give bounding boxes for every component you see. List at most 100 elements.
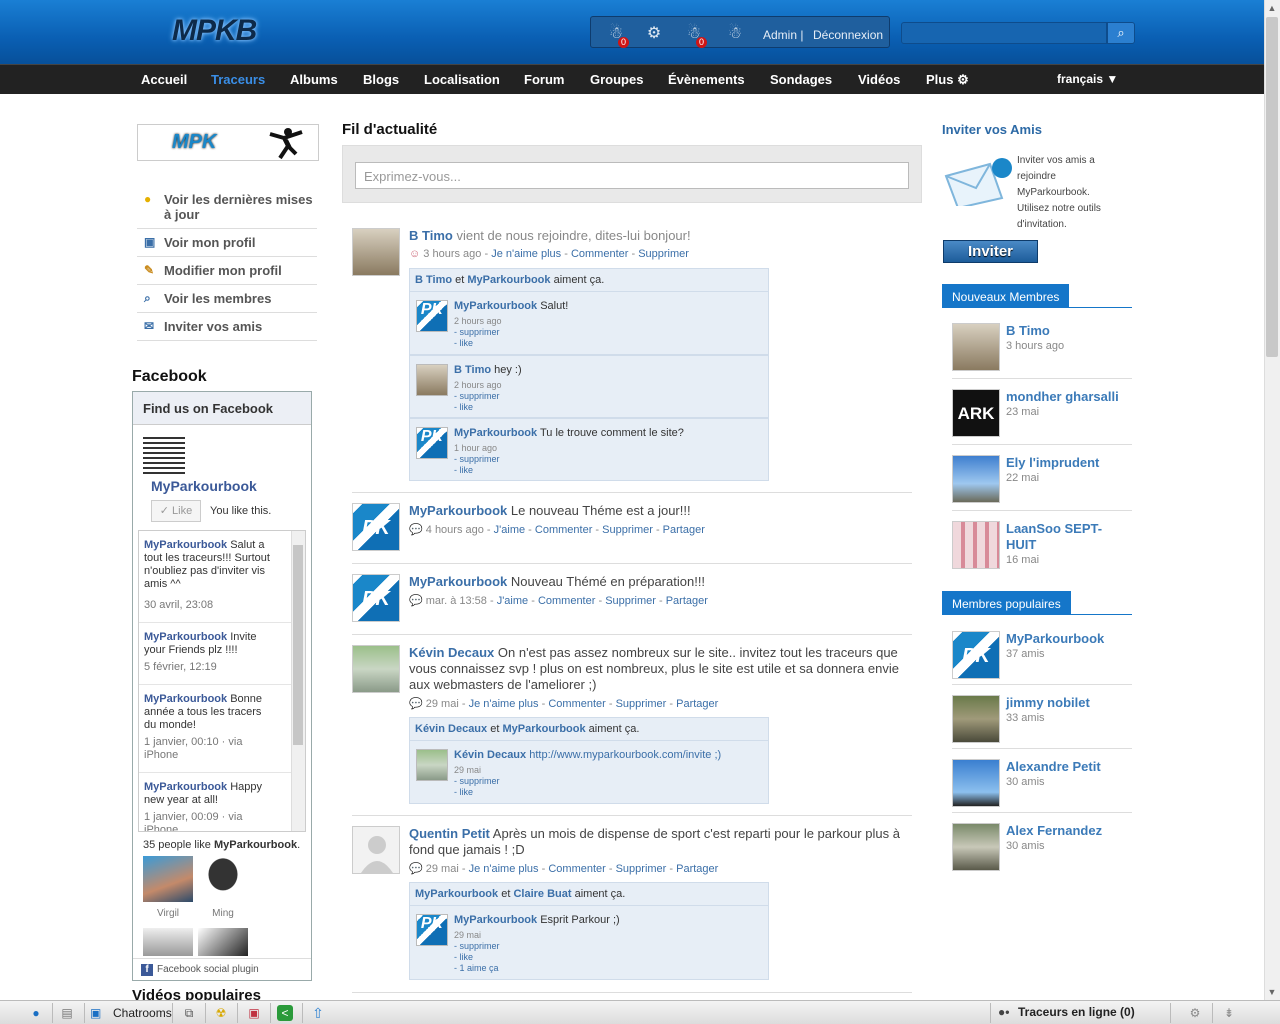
online-users-button[interactable]: ●• Traceurs en ligne (0)	[998, 1005, 1135, 1019]
comment: Kévin Decaux http://www.myparkourbook.co…	[409, 741, 769, 804]
nav-groupes[interactable]: Groupes	[590, 72, 643, 87]
nav-accueil[interactable]: Accueil	[141, 72, 187, 87]
fb-feed-scrollbar-thumb[interactable]	[293, 545, 303, 745]
fb-page-avatar[interactable]	[143, 434, 185, 474]
chatrooms-label[interactable]: Chatrooms	[113, 1006, 172, 1020]
taskbar-separator	[1212, 1003, 1213, 1023]
member-avatar[interactable]	[952, 759, 1000, 807]
globe-icon[interactable]: ●	[27, 1004, 45, 1022]
comment-bubble-icon: 💬	[409, 863, 423, 875]
comment-avatar[interactable]: PK	[416, 427, 448, 459]
left-menu: ● Voir les dernières mises à jour ▣ Voir m…	[137, 186, 317, 341]
scroll-up-icon[interactable]: ▲	[1264, 0, 1280, 16]
popular-members-tab[interactable]: Membres populaires	[942, 591, 1071, 615]
fb-page-name[interactable]: MyParkourbook	[151, 478, 257, 494]
member-avatar[interactable]	[952, 823, 1000, 871]
user-avatar[interactable]: PK	[352, 574, 400, 622]
member-separator	[952, 684, 1132, 685]
likes-bar: Kévin Decaux et MyParkourbook aiment ça.	[409, 717, 769, 741]
menu-view-members[interactable]: ⌕ Voir les membres	[137, 285, 317, 313]
nav-traceurs[interactable]: Traceurs	[211, 72, 265, 87]
fb-fan-avatar[interactable]	[143, 856, 193, 902]
menu-latest-updates[interactable]: ● Voir les dernières mises à jour	[137, 186, 317, 229]
main-nav: Accueil Traceurs Albums Blogs Localisati…	[0, 64, 1264, 94]
member-avatar[interactable]	[952, 695, 1000, 743]
default-avatar[interactable]	[352, 826, 400, 874]
comment-avatar[interactable]	[416, 364, 448, 396]
comment-bubble-icon: 💬	[409, 524, 423, 536]
scroll-down-icon[interactable]: ▼	[1264, 984, 1280, 1000]
taskbar-separator	[237, 1003, 238, 1023]
language-select[interactable]: français ▼	[1057, 72, 1118, 86]
nav-forum[interactable]: Forum	[524, 72, 564, 87]
invite-description: Inviter vos amis a rejoindre MyParkourbo…	[1017, 155, 1101, 230]
magnifier-icon: ⌕	[144, 291, 151, 305]
notes-icon[interactable]: ▤	[58, 1004, 76, 1022]
nav-sondages[interactable]: Sondages	[770, 72, 832, 87]
menu-view-profile[interactable]: ▣ Voir mon profil	[137, 229, 317, 257]
community-logo[interactable]: MPK	[137, 124, 319, 161]
comment-avatar[interactable]	[416, 749, 448, 781]
invite-button[interactable]: Inviter	[943, 240, 1038, 263]
record-icon[interactable]: ▣	[245, 1004, 263, 1022]
scrollbar-thumb[interactable]	[1266, 17, 1278, 357]
nav-localisation[interactable]: Localisation	[424, 72, 500, 87]
users-online-icon: ●•	[998, 1005, 1010, 1019]
notif-badge: 0	[618, 37, 629, 48]
user-avatar[interactable]	[352, 228, 400, 276]
invite-friends-title[interactable]: Inviter vos Amis	[942, 122, 1042, 137]
radiation-icon[interactable]: ☢	[212, 1004, 230, 1022]
admin-link[interactable]: Admin |	[763, 28, 803, 42]
member-avatar[interactable]: PK	[952, 631, 1000, 679]
logout-link[interactable]: Déconnexion	[813, 28, 883, 42]
member-avatar[interactable]	[952, 521, 1000, 569]
comment-bubble-icon: 💬	[409, 595, 423, 607]
likes-bar: B Timo et MyParkourbook aiment ça.	[409, 268, 769, 292]
upload-arrow-icon[interactable]: ⇧	[309, 1004, 327, 1022]
nav-albums[interactable]: Albums	[290, 72, 338, 87]
gear-icon[interactable]: ⚙	[643, 23, 665, 43]
site-logo[interactable]: MPKB	[172, 14, 284, 54]
fb-fan-name[interactable]: Virgil	[143, 908, 193, 919]
status-box: Exprimez-vous...	[342, 145, 922, 203]
fb-post: MyParkourbook Invite your Friends plz !!…	[139, 623, 291, 685]
nav-videos[interactable]: Vidéos	[858, 72, 900, 87]
user-avatar[interactable]: PK	[352, 503, 400, 551]
fb-feed-scrollbar[interactable]	[291, 531, 305, 831]
menu-edit-profile[interactable]: ✎ Modifier mon profil	[137, 257, 317, 285]
settings-gear-icon[interactable]: ⚙	[1186, 1004, 1204, 1022]
fb-plugin-footer[interactable]: f Facebook social plugin	[133, 958, 311, 980]
new-members-tab[interactable]: Nouveaux Membres	[942, 284, 1070, 308]
copy-icon[interactable]: ⧉	[180, 1004, 198, 1022]
member-separator	[952, 748, 1132, 749]
search-input[interactable]	[901, 22, 1107, 44]
taskbar-separator	[990, 1003, 991, 1023]
taskbar-separator	[52, 1003, 53, 1023]
user-icon[interactable]: ☃	[724, 23, 746, 43]
status-input[interactable]: Exprimez-vous...	[355, 162, 909, 189]
taskbar-separator	[172, 1003, 173, 1023]
nav-blogs[interactable]: Blogs	[363, 72, 399, 87]
tab-underline	[942, 614, 1132, 615]
member-avatar[interactable]	[952, 323, 1000, 371]
collapse-down-icon[interactable]: ⇟	[1220, 1004, 1238, 1022]
member-separator	[952, 510, 1132, 511]
member-avatar[interactable]: ARK	[952, 389, 1000, 437]
user-avatar[interactable]	[352, 645, 400, 693]
fb-fan-avatar[interactable]	[198, 928, 248, 956]
menu-invite-friends[interactable]: ✉ Inviter vos amis	[137, 313, 317, 341]
share-icon[interactable]: <	[277, 1005, 293, 1021]
comment-avatar[interactable]: PK	[416, 300, 448, 332]
fb-fan-avatar[interactable]	[143, 928, 193, 956]
member-avatar[interactable]	[952, 455, 1000, 503]
fb-like-button[interactable]: ✓ Like	[151, 500, 201, 522]
nav-evenements[interactable]: Évènements	[668, 72, 745, 87]
nav-plus[interactable]: Plus ⚙	[926, 72, 969, 88]
search-button[interactable]: ⌕	[1107, 22, 1135, 44]
feed-title: Fil d'actualité	[342, 121, 438, 138]
profile-icon: ▣	[144, 235, 156, 249]
fb-fan-avatar[interactable]	[198, 856, 248, 902]
default-user-icon	[361, 836, 393, 873]
comment-avatar[interactable]: PK	[416, 914, 448, 946]
comment: PK MyParkourbook Tu le trouve comment le…	[409, 418, 769, 481]
